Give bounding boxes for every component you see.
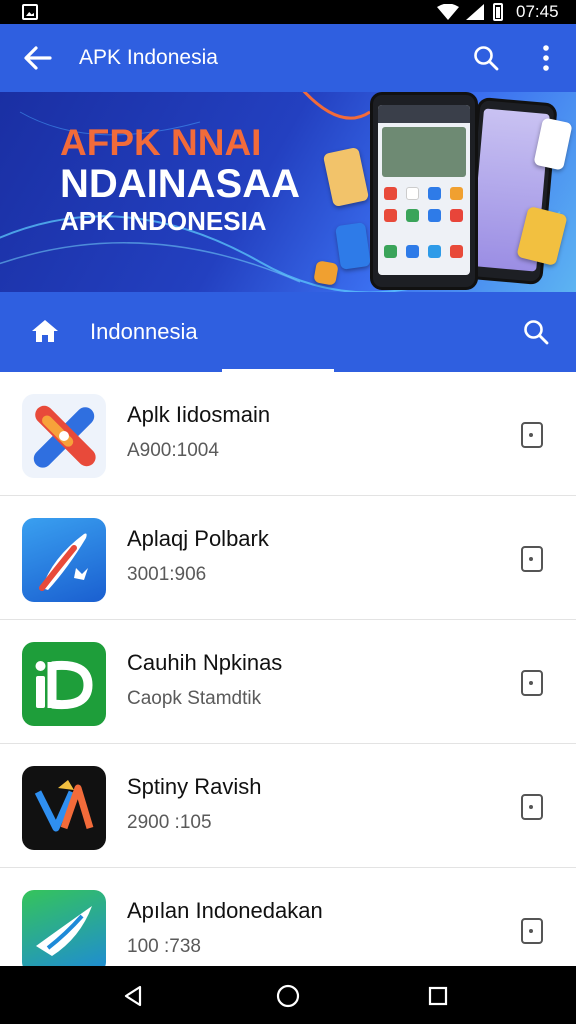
list-item[interactable]: Sptiny Ravish 2900 :105 xyxy=(0,744,576,868)
status-time: 07:45 xyxy=(516,2,559,21)
signal-icon xyxy=(466,4,484,20)
banner-title: NDAINASAA xyxy=(60,162,300,206)
home-icon[interactable] xyxy=(31,318,59,344)
install-icon[interactable] xyxy=(521,918,543,944)
status-bar: 07:45 xyxy=(0,0,576,24)
app-name: Cauhih Npkinas xyxy=(127,650,283,675)
app-version: 100 :738 xyxy=(127,936,201,957)
list-item[interactable]: Aplk Iidosmain A900:1004 xyxy=(0,372,576,496)
floating-app-card xyxy=(335,222,371,270)
nav-home-icon[interactable] xyxy=(276,984,300,1008)
app-icon xyxy=(22,642,106,726)
app-version: Caopk Stamdtik xyxy=(127,688,262,709)
list-item[interactable]: Apılan Indonedakan 100 :738 xyxy=(0,868,576,966)
app-name: Sptiny Ravish xyxy=(127,774,262,799)
install-icon[interactable] xyxy=(521,546,543,572)
system-nav-bar xyxy=(0,966,576,1024)
list-item[interactable]: Aplaqj Polbark 3001:906 xyxy=(0,496,576,620)
app-version: A900:1004 xyxy=(127,440,219,461)
phone-illustration xyxy=(370,92,478,290)
app-icon xyxy=(22,518,106,602)
banner-headline: AFPK NNAI xyxy=(60,122,262,163)
install-icon[interactable] xyxy=(521,670,543,696)
floating-app-card xyxy=(313,260,339,286)
list-item[interactable]: Cauhih Npkinas Caopk Stamdtik xyxy=(0,620,576,744)
app-name: Aplaqj Polbark xyxy=(127,526,269,551)
banner-subtitle: APK INDONESIA xyxy=(60,206,267,236)
nav-recents-icon[interactable] xyxy=(428,986,448,1006)
battery-icon xyxy=(493,3,503,21)
app-list: Aplk Iidosmain A900:1004 Aplaqj Polbark … xyxy=(0,372,576,966)
install-icon[interactable] xyxy=(521,422,543,448)
app-icon xyxy=(22,766,106,850)
app-name: Aplk Iidosmain xyxy=(127,402,271,427)
wifi-icon xyxy=(437,4,459,20)
app-name: Apılan Indonedakan xyxy=(127,898,323,923)
install-icon[interactable] xyxy=(521,794,543,820)
app-icon xyxy=(22,394,106,478)
back-arrow-icon[interactable] xyxy=(22,44,52,72)
nav-back-icon[interactable] xyxy=(121,984,145,1008)
image-notification-icon xyxy=(22,4,38,20)
app-icon xyxy=(22,890,106,966)
app-title: APK Indonesia xyxy=(79,46,218,69)
section-bar: Indonnesia xyxy=(0,292,576,372)
more-vert-icon[interactable] xyxy=(536,42,556,74)
app-version: 2900 :105 xyxy=(127,812,212,833)
search-icon[interactable] xyxy=(523,319,549,345)
promo-banner[interactable]: AFPK NNAI NDAINASAA APK INDONESIA xyxy=(0,92,576,292)
search-icon[interactable] xyxy=(473,45,499,71)
app-version: 3001:906 xyxy=(127,564,207,585)
section-title: Indonnesia xyxy=(90,319,198,344)
app-bar: APK Indonesia xyxy=(0,24,576,92)
